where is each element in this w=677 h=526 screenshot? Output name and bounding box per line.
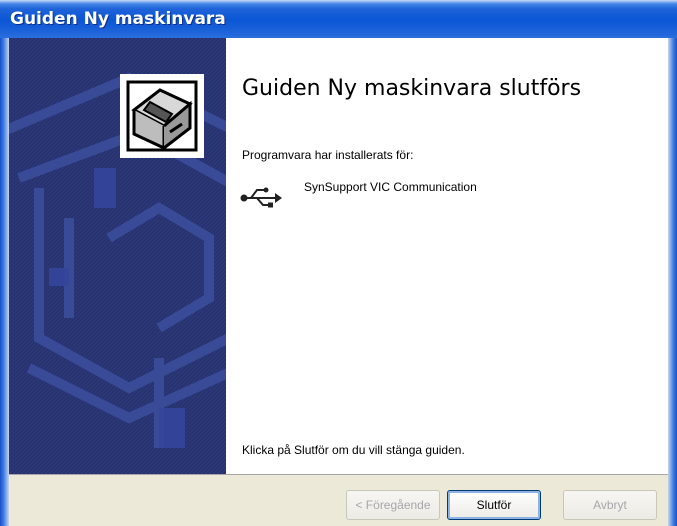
wizard-window: Guiden Ny maskinvara Guiden Ny maskinvar… <box>0 0 677 526</box>
usb-icon <box>240 187 282 208</box>
back-button[interactable]: < Föregående <box>346 490 440 520</box>
device-name: SynSupport VIC Communication <box>304 180 477 194</box>
wizard-content: Guiden Ny maskinvara slutförs Programvar… <box>226 38 668 474</box>
cancel-button[interactable]: Avbryt <box>563 490 657 520</box>
hardware-wizard-icon <box>120 74 204 158</box>
window-title: Guiden Ny maskinvara <box>10 9 226 29</box>
window-right-border <box>668 38 677 526</box>
window-left-border <box>0 38 9 526</box>
wizard-side-banner <box>9 38 226 474</box>
finish-instruction: Klicka på Slutför om du vill stänga guid… <box>242 443 465 457</box>
title-bar[interactable]: Guiden Ny maskinvara <box>0 0 677 38</box>
wizard-heading: Guiden Ny maskinvara slutförs <box>242 76 582 101</box>
button-bar: < Föregående Slutför Avbryt <box>9 474 668 526</box>
installed-for-label: Programvara har installerats för: <box>242 148 414 162</box>
finish-button[interactable]: Slutför <box>447 490 541 520</box>
